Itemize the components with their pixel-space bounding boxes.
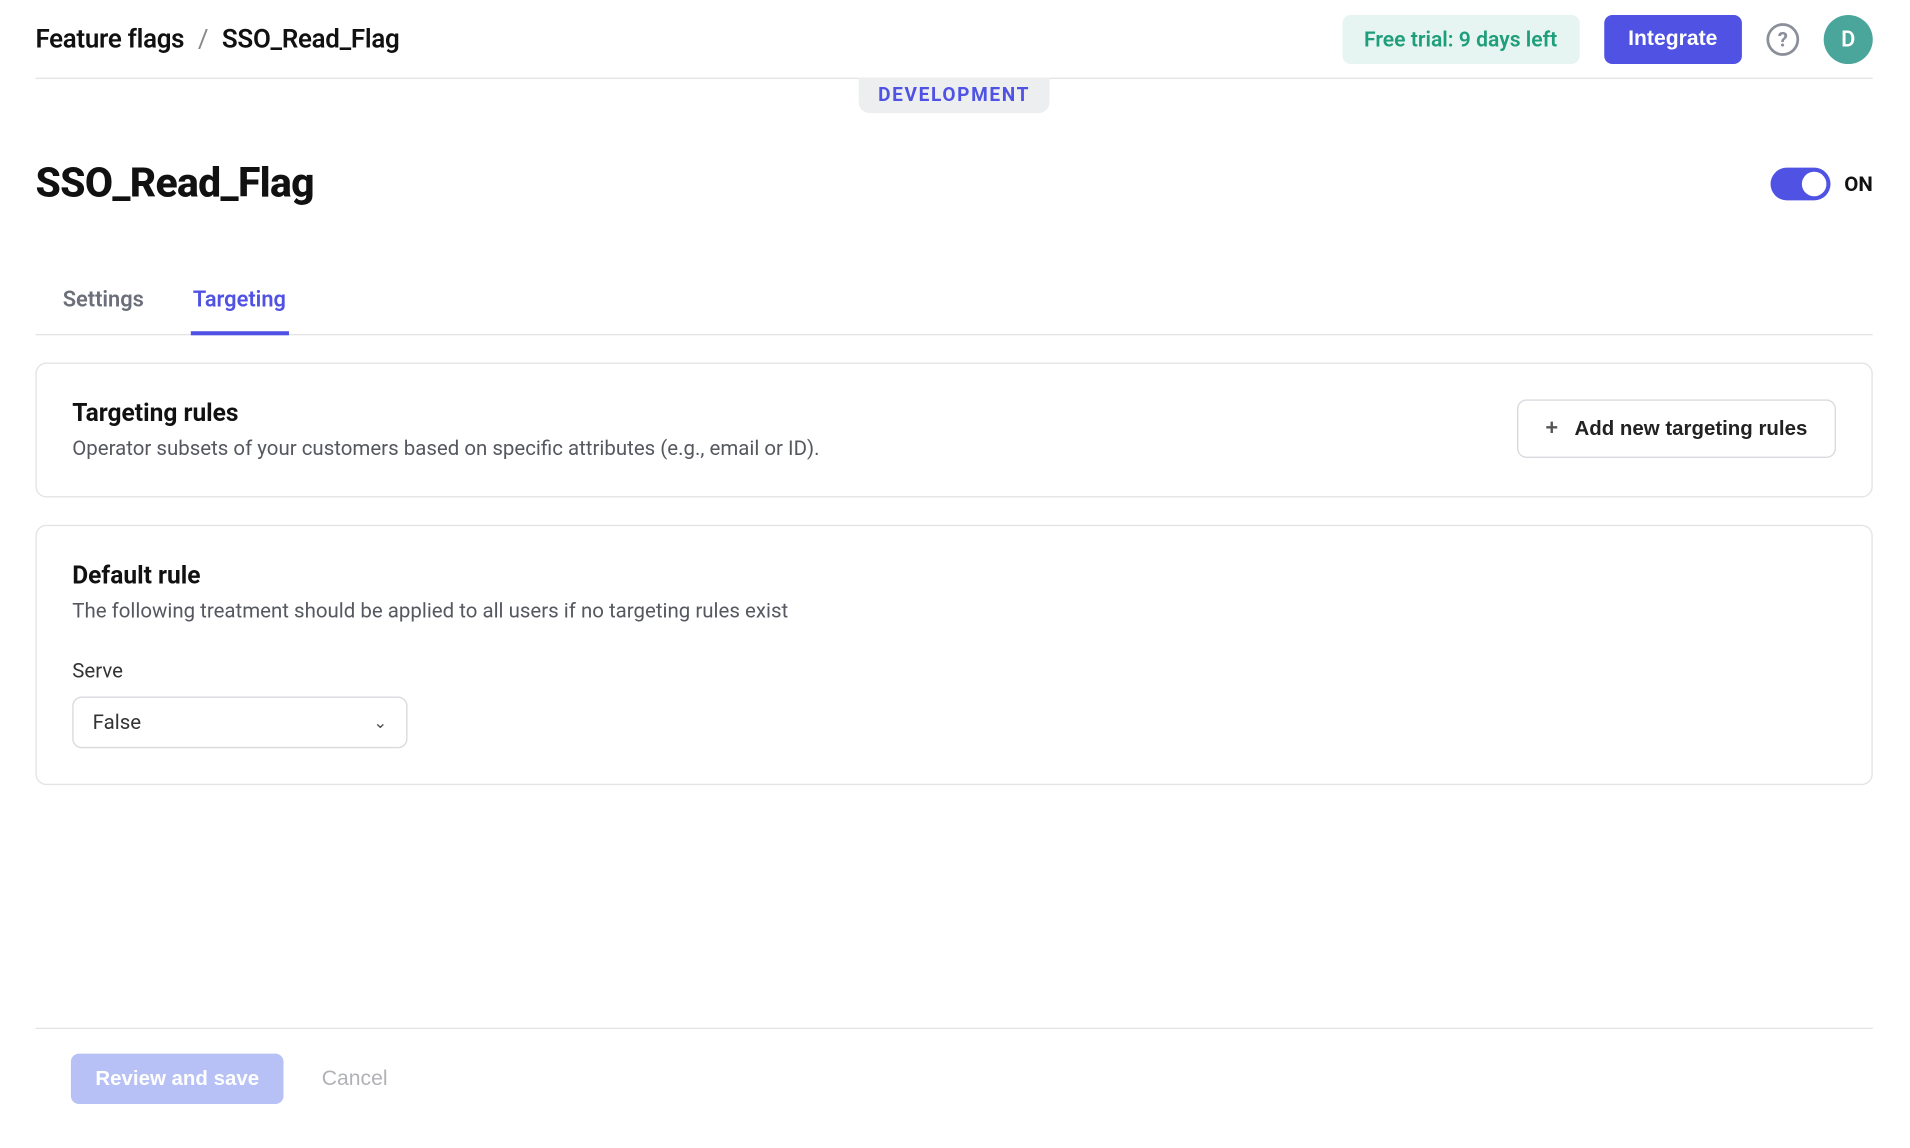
- title-row: SSO_Read_Flag ON: [35, 159, 1872, 207]
- help-icon[interactable]: ?: [1766, 22, 1799, 55]
- breadcrumb: Feature flags / SSO_Read_Flag: [35, 23, 399, 54]
- tab-targeting[interactable]: Targeting: [190, 270, 288, 335]
- flag-toggle-group: ON: [1771, 167, 1873, 200]
- serve-label: Serve: [72, 658, 1836, 683]
- integrate-button[interactable]: Integrate: [1604, 14, 1742, 63]
- page-title: SSO_Read_Flag: [35, 159, 313, 207]
- breadcrumb-separator: /: [198, 23, 208, 54]
- default-rule-title: Default rule: [72, 562, 1836, 591]
- breadcrumb-current: SSO_Read_Flag: [222, 23, 400, 54]
- chevron-down-icon: ⌄: [373, 713, 387, 732]
- avatar[interactable]: D: [1824, 14, 1873, 63]
- flag-toggle[interactable]: [1771, 167, 1831, 200]
- targeting-rules-desc: Operator subsets of your customers based…: [72, 436, 819, 461]
- add-targeting-rule-button[interactable]: + Add new targeting rules: [1517, 399, 1836, 458]
- trial-badge[interactable]: Free trial: 9 days left: [1342, 14, 1579, 63]
- targeting-rules-title: Targeting rules: [72, 399, 819, 428]
- serve-select-value: False: [93, 710, 141, 735]
- targeting-rules-card: Targeting rules Operator subsets of your…: [35, 363, 1872, 498]
- breadcrumb-root[interactable]: Feature flags: [35, 23, 184, 54]
- review-and-save-button[interactable]: Review and save: [71, 1054, 284, 1104]
- header-bar: Feature flags / SSO_Read_Flag Free trial…: [35, 0, 1872, 79]
- targeting-rules-header: Targeting rules Operator subsets of your…: [72, 399, 1836, 460]
- plus-icon: +: [1545, 418, 1558, 440]
- toggle-knob: [1802, 171, 1827, 196]
- environment-badge: DEVELOPMENT: [859, 78, 1049, 113]
- tabs: Settings Targeting: [35, 270, 1872, 335]
- serve-select-wrap: False ⌄: [72, 696, 407, 748]
- default-rule-card: Default rule The following treatment sho…: [35, 525, 1872, 785]
- header-actions: Free trial: 9 days left Integrate ? D: [1342, 14, 1873, 63]
- cancel-button[interactable]: Cancel: [322, 1067, 388, 1092]
- add-targeting-rule-label: Add new targeting rules: [1574, 417, 1807, 440]
- flag-toggle-label: ON: [1844, 171, 1873, 196]
- environment-row: DEVELOPMENT: [35, 78, 1872, 113]
- serve-select[interactable]: False ⌄: [72, 696, 407, 748]
- default-rule-desc: The following treatment should be applie…: [72, 598, 1836, 623]
- footer-actions: Review and save Cancel: [35, 1028, 1872, 1104]
- tab-settings[interactable]: Settings: [60, 270, 147, 335]
